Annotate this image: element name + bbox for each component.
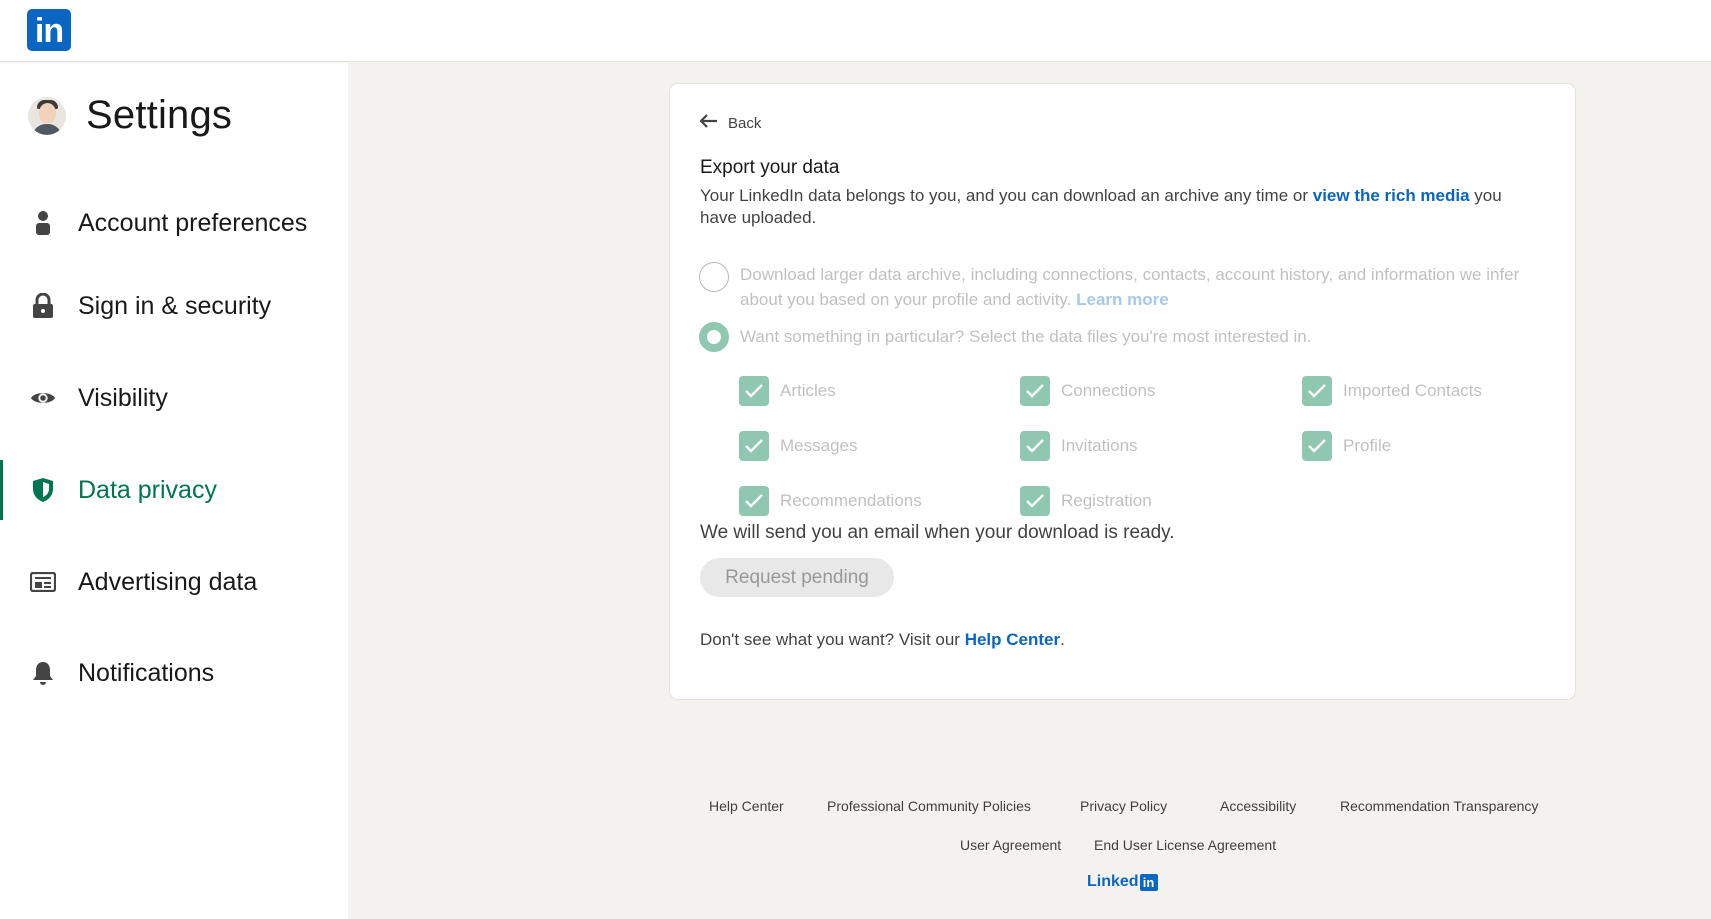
sidebar-item-account-preferences[interactable]: Account preferences <box>0 193 348 253</box>
learn-more-link[interactable]: Learn more <box>1076 290 1169 309</box>
download-notice: We will send you an email when your down… <box>700 522 1175 543</box>
section-title: Export your data <box>700 157 840 178</box>
sidebar-item-notifications[interactable]: Notifications <box>0 643 348 703</box>
sidebar-item-label: Sign in & security <box>78 291 272 320</box>
footer-linkedin-logo: Linked in <box>1087 873 1158 891</box>
person-icon <box>30 210 56 236</box>
back-button[interactable]: Back <box>699 114 762 133</box>
sidebar-item-label: Account preferences <box>78 208 308 237</box>
footer-link-privacy-policy[interactable]: Privacy Policy <box>1080 798 1167 814</box>
checkbox-registration[interactable]: Registration <box>1020 486 1152 516</box>
ad-card-icon <box>30 569 56 595</box>
sidebar-item-data-privacy[interactable]: Data privacy <box>0 460 348 520</box>
footer-link-community-policies[interactable]: Professional Community Policies <box>827 798 1031 814</box>
section-description: Your LinkedIn data belongs to you, and y… <box>700 186 1502 227</box>
checkmark-icon[interactable] <box>739 431 769 461</box>
checkbox-label: Recommendations <box>780 491 922 510</box>
footer-link-help-center[interactable]: Help Center <box>709 798 784 814</box>
sidebar-item-visibility[interactable]: Visibility <box>0 368 348 428</box>
option-specific-files-text: Want something in particular? Select the… <box>740 327 1312 346</box>
avatar[interactable] <box>28 96 66 135</box>
footer-link-accessibility[interactable]: Accessibility <box>1220 798 1296 814</box>
checkbox-label: Profile <box>1343 436 1392 455</box>
checkmark-icon[interactable] <box>1020 486 1050 516</box>
checkbox-articles[interactable]: Articles <box>739 376 836 406</box>
checkmark-icon[interactable] <box>739 376 769 406</box>
lock-icon <box>30 293 56 319</box>
help-text: Don't see what you want? Visit our Help … <box>700 630 1065 649</box>
bell-icon <box>30 660 56 686</box>
checkmark-icon[interactable] <box>1302 376 1332 406</box>
footer-link-recommendation-transparency[interactable]: Recommendation Transparency <box>1340 798 1538 814</box>
sidebar-item-label: Visibility <box>78 383 168 412</box>
sidebar-item-label: Advertising data <box>78 567 258 596</box>
sidebar-item-sign-in-security[interactable]: Sign in & security <box>0 276 348 336</box>
checkbox-profile[interactable]: Profile <box>1302 431 1391 461</box>
linkedin-logo[interactable]: in <box>27 9 71 51</box>
settings-header: Settings <box>28 93 232 138</box>
checkbox-label: Imported Contacts <box>1343 381 1482 400</box>
footer-link-user-agreement[interactable]: User Agreement <box>960 837 1061 853</box>
settings-sidebar: Settings Account preferences Sign in & s… <box>0 63 348 919</box>
option-full-archive-text: Download larger data archive, including … <box>740 265 1520 309</box>
checkmark-icon[interactable] <box>739 486 769 516</box>
checkbox-label: Connections <box>1061 381 1156 400</box>
back-label: Back <box>728 115 762 132</box>
arrow-left-icon <box>699 114 718 133</box>
eye-icon <box>30 385 56 411</box>
checkbox-imported-contacts[interactable]: Imported Contacts <box>1302 376 1482 406</box>
checkbox-label: Registration <box>1061 491 1152 510</box>
checkbox-connections[interactable]: Connections <box>1020 376 1156 406</box>
checkmark-icon[interactable] <box>1020 431 1050 461</box>
checkmark-icon[interactable] <box>1302 431 1332 461</box>
sidebar-item-label: Notifications <box>78 658 215 687</box>
option-specific-files[interactable]: Want something in particular? Select the… <box>699 322 1540 352</box>
sidebar-item-label: Data privacy <box>78 475 217 504</box>
checkbox-label: Invitations <box>1061 436 1138 455</box>
checkbox-label: Messages <box>780 436 858 455</box>
checkmark-icon[interactable] <box>1020 376 1050 406</box>
help-center-link[interactable]: Help Center <box>965 630 1060 649</box>
sidebar-item-advertising-data[interactable]: Advertising data <box>0 552 348 612</box>
option-full-archive[interactable]: Download larger data archive, including … <box>699 262 1540 312</box>
shield-icon <box>30 477 56 503</box>
radio-specific-files[interactable] <box>699 322 729 352</box>
footer-link-eula[interactable]: End User License Agreement <box>1094 837 1276 853</box>
export-data-card: Back Export your data Your LinkedIn data… <box>670 84 1575 699</box>
checkbox-invitations[interactable]: Invitations <box>1020 431 1138 461</box>
request-pending-button[interactable]: Request pending <box>700 558 894 597</box>
view-rich-media-link[interactable]: view the rich media <box>1313 186 1470 205</box>
page-title: Settings <box>86 93 233 137</box>
top-bar: in <box>0 0 1711 62</box>
checkbox-messages[interactable]: Messages <box>739 431 857 461</box>
checkbox-label: Articles <box>780 381 836 400</box>
checkbox-recommendations[interactable]: Recommendations <box>739 486 922 516</box>
radio-full-archive[interactable] <box>699 262 729 292</box>
